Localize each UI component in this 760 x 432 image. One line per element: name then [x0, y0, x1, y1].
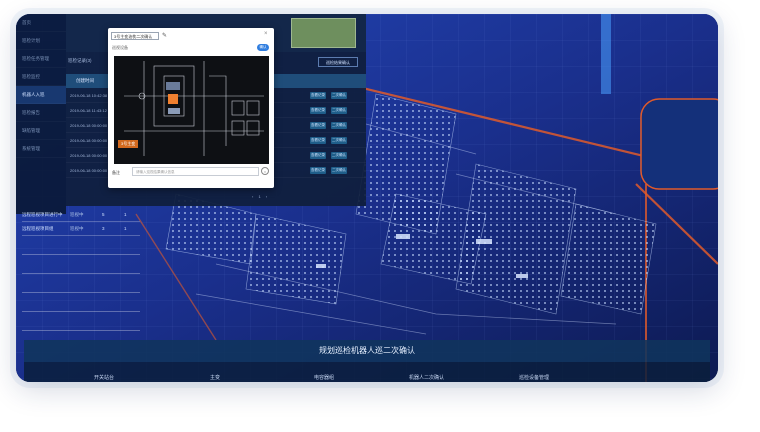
settings-icon[interactable]: ○: [261, 167, 269, 175]
sidebar-nav: 首页 巡检计划 巡检任务管理 巡检监控 机器人入巡 巡检报告 缺陷管理 系统管理: [16, 14, 66, 214]
dialog-subtitle: 巡视设备: [112, 45, 128, 50]
confirm-button[interactable]: 二次确认: [331, 122, 347, 129]
app-window: 首页 巡检计划 巡检任务管理 巡检监控 机器人入巡 巡检报告 缺陷管理 系统管理…: [16, 14, 718, 382]
tab-1[interactable]: 主变: [210, 374, 220, 381]
empty-row: [22, 255, 140, 274]
confirm-results-button[interactable]: 巡检结果确认: [318, 57, 358, 67]
task-status: 巡视中: [70, 226, 84, 231]
close-icon[interactable]: ×: [264, 31, 268, 37]
bottom-tabs: 开关站台 主变 电容器组 机器人二次确认 巡检设备管理: [24, 362, 710, 382]
task-count-a: 5: [102, 212, 105, 217]
view-button[interactable]: 查看记录: [310, 152, 326, 159]
task-name: 远程巡视项目进行中: [22, 212, 63, 217]
task-count-a: 3: [102, 226, 105, 231]
empty-row: [22, 312, 140, 331]
tab-2[interactable]: 电容器组: [314, 374, 334, 381]
task-status: 巡视中: [70, 212, 84, 217]
remark-label: 备注: [112, 170, 120, 175]
view-button[interactable]: 查看记录: [310, 122, 326, 129]
view-button[interactable]: 查看记录: [310, 107, 326, 114]
view-button[interactable]: 查看记录: [310, 92, 326, 99]
sidebar-item-6[interactable]: 缺陷管理: [16, 122, 66, 140]
confirm-button[interactable]: 二次确认: [331, 107, 347, 114]
sidebar-item-5[interactable]: 巡检报告: [16, 104, 66, 122]
tab-0[interactable]: 开关站台: [94, 374, 114, 381]
mini-map-thumbnail[interactable]: [291, 18, 356, 48]
tab-4[interactable]: 巡检设备管理: [519, 374, 549, 381]
section-title: 巡检记录(3): [68, 58, 92, 63]
list-item[interactable]: 远程巡视项目组 巡视中 3 1: [22, 222, 140, 236]
view-button[interactable]: 查看记录: [310, 137, 326, 144]
row-time: 2019-06-18 10:42:38: [70, 93, 108, 98]
view-button[interactable]: 查看记录: [310, 167, 326, 174]
row-time: 2019-06-18 00:00:00: [70, 168, 108, 173]
device-select[interactable]: 3号主变油枕二次确认: [111, 32, 159, 40]
task-list: 远程巡视项目进行中 巡视中 5 1 远程巡视项目组 巡视中 3 1: [22, 208, 140, 331]
confirm-button[interactable]: 确认: [257, 44, 269, 51]
confirm-button[interactable]: 二次确认: [331, 92, 347, 99]
edit-icon[interactable]: ✎: [162, 32, 167, 39]
row-time: 2019-06-18 00:00:00: [70, 153, 108, 158]
sidebar-item-2[interactable]: 巡检任务管理: [16, 50, 66, 68]
confirm-button[interactable]: 二次确认: [331, 152, 347, 159]
task-name: 远程巡视项目组: [22, 226, 54, 231]
bottom-title-bar: 规划巡检机器人巡二次确认: [24, 340, 710, 362]
pagination[interactable]: ‹ 1 ›: [252, 194, 269, 199]
empty-row: [22, 236, 140, 255]
sidebar-item-3[interactable]: 巡检监控: [16, 68, 66, 86]
task-count-b: 1: [124, 212, 127, 217]
inspection-image[interactable]: 3号主变: [114, 56, 269, 164]
tab-3[interactable]: 机器人二次确认: [409, 374, 444, 381]
confirm-dialog: 3号主变油枕二次确认 ✎ × 巡视设备 确认 3号主变 备注 请输入巡视结果确认…: [108, 28, 274, 188]
confirm-button[interactable]: 二次确认: [331, 167, 347, 174]
sidebar-item-7[interactable]: 系统管理: [16, 140, 66, 158]
equipment-tag: 3号主变: [118, 140, 139, 148]
sidebar-item-4[interactable]: 机器人入巡: [16, 86, 66, 104]
list-item[interactable]: 远程巡视项目进行中 巡视中 5 1: [22, 208, 140, 222]
confirm-button[interactable]: 二次确认: [331, 137, 347, 144]
row-time: 2019-06-18 00:00:00: [70, 123, 108, 128]
task-count-b: 1: [124, 226, 127, 231]
empty-row: [22, 274, 140, 293]
remark-input[interactable]: 请输入巡视结果确认信息: [132, 167, 259, 176]
sidebar-item-1[interactable]: 巡检计划: [16, 32, 66, 50]
empty-row: [22, 293, 140, 312]
row-time: 2019-06-18 11:43:12: [70, 108, 107, 113]
sidebar-item-0[interactable]: 首页: [16, 14, 66, 32]
row-time: 2019-06-18 00:00:00: [70, 138, 108, 143]
